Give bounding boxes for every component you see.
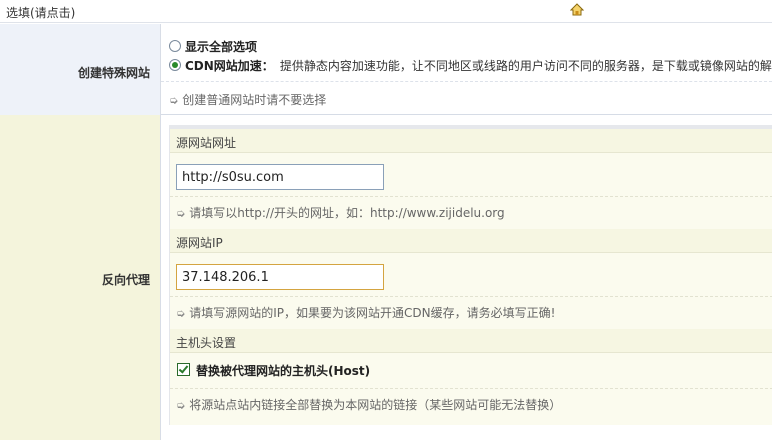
source-ip-input-row [170, 253, 772, 297]
home-icon[interactable] [570, 3, 584, 17]
divider [161, 81, 772, 82]
reverse-proxy-label: 反向代理 [101, 273, 150, 287]
radio-selected-dot [172, 62, 178, 68]
replace-host-checkbox[interactable] [177, 363, 190, 376]
reverse-proxy-panel: 源网站网址 ➭请填写以http://开头的网址，如：http://www.zij… [161, 115, 772, 440]
host-header-hint: ➭ 将源站点站内链接全部替换为本网站的链接（某些网站可能无法替换） [176, 396, 561, 413]
reverse-proxy-fields: 源网站网址 ➭请填写以http://开头的网址，如：http://www.zij… [169, 125, 772, 425]
source-url-hint: ➭ 请填写以http://开头的网址，如：http://www.zijidelu.… [176, 204, 505, 221]
special-site-label: 创建特殊网站 [77, 66, 150, 80]
arrow-right-icon: ➭ [176, 307, 186, 320]
show-all-radio[interactable] [169, 40, 181, 52]
source-ip-heading: 源网站IP [176, 236, 223, 250]
host-header-hint-text: 将源站点站内链接全部替换为本网站的链接（某些网站可能无法替换） [189, 398, 562, 412]
arrow-right-icon: ➭ [176, 207, 186, 220]
host-header-checkbox-row: 替换被代理网站的主机头(Host) [170, 353, 772, 389]
host-header-heading-row: 主机头设置 [170, 329, 772, 353]
option-cdn[interactable]: CDN网站加速： 提供静态内容加速功能，让不同地区或线路的用户访问不同的服务器，… [169, 56, 772, 74]
special-site-label-cell: 创建特殊网站 [0, 24, 161, 115]
source-url-heading-row: 源网站网址 [170, 129, 772, 153]
special-site-options: 显示全部选项 CDN网站加速： 提供静态内容加速功能，让不同地区或线路的用户访问… [161, 24, 772, 115]
optional-toggle-link[interactable]: 选填(请点击) [6, 4, 75, 21]
top-bar: 选填(请点击) [0, 0, 772, 23]
source-ip-hint-text: 请填写源网站的IP，如果要为该网站开通CDN缓存，请务必填写正确! [189, 306, 556, 320]
cdn-description: 提供静态内容加速功能，让不同地区或线路的用户访问不同的服务器，是下载或镜像网站的… [279, 58, 772, 73]
option-show-all[interactable]: 显示全部选项 [169, 37, 257, 55]
source-ip-input[interactable] [176, 264, 384, 290]
arrow-right-icon: ➭ [176, 399, 186, 412]
source-url-input[interactable] [176, 164, 384, 190]
replace-host-label[interactable]: 替换被代理网站的主机头(Host) [196, 362, 370, 379]
source-ip-hint: ➭ 请填写源网站的IP，如果要为该网站开通CDN缓存，请务必填写正确! [176, 304, 555, 321]
cdn-label: CDN网站加速： [185, 58, 274, 73]
source-ip-heading-row: 源网站IP [170, 229, 772, 253]
special-site-hint-text: 创建普通网站时请不要选择 [182, 93, 327, 107]
source-url-heading: 源网站网址 [176, 136, 237, 150]
source-url-hint-text: 请填写以http://开头的网址，如：http://www.zijidelu.o… [189, 206, 505, 220]
check-mark-icon [178, 363, 189, 374]
host-header-heading: 主机头设置 [176, 336, 237, 350]
arrow-right-icon: ➭ [169, 94, 179, 107]
show-all-label: 显示全部选项 [185, 39, 258, 54]
special-site-hint: ➭ 创建普通网站时请不要选择 [169, 91, 326, 108]
cdn-radio[interactable] [169, 59, 181, 71]
source-url-input-row [170, 153, 772, 197]
reverse-proxy-label-cell: 反向代理 [0, 115, 161, 440]
